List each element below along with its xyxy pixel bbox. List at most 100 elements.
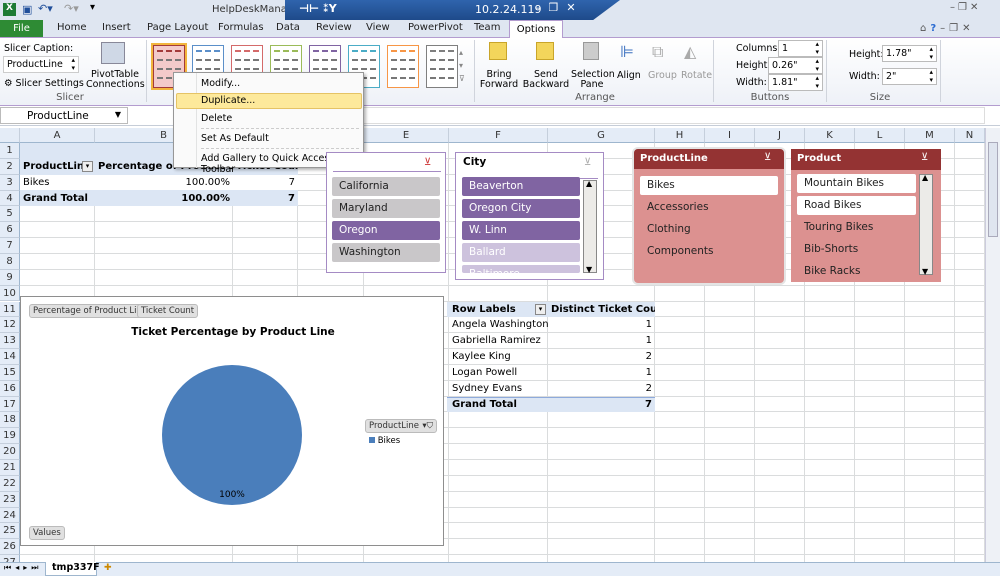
slicer-city-scrollbar[interactable]: ▲ ▼ bbox=[583, 179, 597, 274]
pivot1-row-label[interactable]: Bikes bbox=[20, 174, 95, 190]
column-header-H[interactable]: H bbox=[655, 128, 705, 143]
slicer-item-clothing[interactable]: Clothing bbox=[640, 220, 778, 239]
slicer-item-accessories[interactable]: Accessories bbox=[640, 198, 778, 217]
column-header-G[interactable]: G bbox=[548, 128, 655, 143]
row-header-21[interactable]: 21 bbox=[0, 460, 20, 476]
values-button[interactable]: Values bbox=[29, 526, 65, 540]
send-backward-button[interactable]: Send Backward bbox=[522, 70, 570, 90]
row-header-12[interactable]: 12 bbox=[0, 317, 20, 334]
menu-item-duplicate[interactable]: Duplicate... bbox=[201, 95, 255, 106]
tab-view[interactable]: View bbox=[366, 22, 390, 33]
row-header-22[interactable]: 22 bbox=[0, 475, 20, 492]
tab-file[interactable]: File bbox=[0, 20, 43, 37]
slicer-item-road-bikes[interactable]: Road Bikes bbox=[797, 196, 916, 215]
pivot1-total-label[interactable]: Grand Total bbox=[20, 191, 95, 206]
row-header-13[interactable]: 13 bbox=[0, 333, 20, 350]
clear-filter-icon[interactable]: ⊻ bbox=[424, 157, 431, 168]
tab-page-layout[interactable]: Page Layout bbox=[147, 22, 208, 33]
row-header-19[interactable]: 19 bbox=[0, 428, 20, 445]
column-header-L[interactable]: L bbox=[855, 128, 905, 143]
pivot2-row-count[interactable]: 2 bbox=[548, 381, 655, 396]
slicer-style-7[interactable] bbox=[387, 45, 419, 88]
slicer-item-bikes[interactable]: Bikes bbox=[640, 176, 778, 195]
tab-powerpivot[interactable]: PowerPivot bbox=[408, 22, 463, 33]
column-header-M[interactable]: M bbox=[905, 128, 955, 143]
slicer-item-bib-shorts[interactable]: Bib-Shorts bbox=[797, 240, 916, 259]
align-button[interactable]: Align bbox=[617, 70, 641, 81]
tab-data[interactable]: Data bbox=[276, 22, 300, 33]
pivot2-row-name[interactable]: Logan Powell bbox=[449, 365, 548, 380]
row-header-3[interactable]: 3 bbox=[0, 174, 20, 191]
row-header-25[interactable]: 25 bbox=[0, 523, 20, 540]
size-height-spinner[interactable]: 1.78" bbox=[882, 45, 937, 62]
column-header-A[interactable]: A bbox=[20, 128, 95, 143]
pivot2-row-name[interactable]: Angela Washington bbox=[449, 317, 548, 332]
pivot2-total-count[interactable]: 7 bbox=[548, 397, 655, 412]
column-header-J[interactable]: J bbox=[755, 128, 805, 143]
tab-options[interactable]: Options bbox=[509, 20, 563, 39]
tab-review[interactable]: Review bbox=[316, 22, 352, 33]
slicer-item-oregon-city[interactable]: Oregon City bbox=[462, 199, 580, 218]
size-width-spinner[interactable]: 2" bbox=[882, 68, 937, 85]
pivot2-row-name[interactable]: Gabriella Ramirez bbox=[449, 333, 548, 348]
pivot2-total-label[interactable]: Grand Total bbox=[449, 397, 548, 412]
clear-filter-icon[interactable]: ⊻ bbox=[584, 157, 591, 168]
row-header-17[interactable]: 17 bbox=[0, 396, 20, 413]
slicer-style-8[interactable] bbox=[426, 45, 458, 88]
pie-slice-bikes[interactable] bbox=[162, 365, 302, 505]
row-header-8[interactable]: 8 bbox=[0, 253, 20, 270]
legend-filter-productline[interactable]: ProductLine ▾⛉ bbox=[365, 419, 437, 433]
tab-team[interactable]: Team bbox=[474, 22, 500, 33]
row-header-2[interactable]: 2 bbox=[0, 158, 20, 175]
button-width-spinner[interactable]: 1.81" bbox=[768, 74, 823, 91]
slicer-item-components[interactable]: Components bbox=[640, 242, 778, 261]
remote-window-controls[interactable]: –❐✕ bbox=[535, 1, 584, 14]
pivot2-row-count[interactable]: 1 bbox=[548, 333, 655, 348]
undo-icon[interactable]: ↶▾ bbox=[38, 2, 53, 15]
pivot1-total-count[interactable]: 7 bbox=[233, 191, 298, 206]
slicer-item-beaverton[interactable]: Beaverton bbox=[462, 177, 580, 196]
row-header-6[interactable]: 6 bbox=[0, 222, 20, 239]
pivot2-row-name[interactable]: Kaylee King bbox=[449, 349, 548, 364]
pivot2-row-count[interactable]: 1 bbox=[548, 317, 655, 332]
pivot2-row-count[interactable]: 1 bbox=[548, 365, 655, 380]
sheet-tab-tmp337F[interactable]: tmp337F bbox=[45, 562, 100, 576]
pivot2-header-distinct-count[interactable]: Distinct Ticket Count bbox=[548, 302, 655, 317]
tab-home[interactable]: Home bbox=[57, 22, 87, 33]
rotate-button[interactable]: Rotate bbox=[681, 70, 712, 81]
group-button[interactable]: Group bbox=[648, 70, 677, 81]
row-header-16[interactable]: 16 bbox=[0, 380, 20, 397]
column-header-I[interactable]: I bbox=[705, 128, 755, 143]
pivottable-connections-button[interactable]: PivotTable Connections bbox=[86, 70, 145, 90]
vertical-scrollbar[interactable] bbox=[985, 128, 1000, 568]
sheet-nav-buttons[interactable]: ⏮◂▸⏭ bbox=[4, 563, 42, 573]
selection-pane-button[interactable]: Selection Pane bbox=[571, 70, 615, 90]
row-header-1[interactable]: 1 bbox=[0, 143, 20, 159]
slicer-caption-input[interactable]: ProductLine bbox=[3, 56, 79, 73]
slicer-item-oregon[interactable]: Oregon bbox=[332, 221, 440, 240]
slicer-product[interactable]: Product ⊻ Mountain Bikes Road Bikes Tourin… bbox=[791, 149, 941, 282]
row-header-23[interactable]: 23 bbox=[0, 491, 20, 508]
bring-forward-button[interactable]: Bring Forward bbox=[478, 70, 520, 90]
row-header-14[interactable]: 14 bbox=[0, 349, 20, 365]
pin-icon[interactable]: ⊣⊢ ⁑Y bbox=[299, 2, 337, 15]
clear-filter-icon[interactable]: ⊻ bbox=[921, 152, 928, 163]
slicer-item-touring-bikes[interactable]: Touring Bikes bbox=[797, 218, 916, 237]
pivot-chart[interactable]: Percentage of Product Line Ticket Count … bbox=[20, 296, 444, 546]
gallery-scroll[interactable]: ▴ ▾ ⊽ bbox=[459, 46, 465, 85]
button-height-spinner[interactable]: 0.26" bbox=[768, 57, 823, 74]
column-header-N[interactable]: N bbox=[955, 128, 985, 143]
row-header-18[interactable]: 18 bbox=[0, 412, 20, 429]
slicer-item-washington[interactable]: Washington bbox=[332, 243, 440, 262]
slicer-product-scrollbar[interactable]: ▲ ▼ bbox=[919, 173, 933, 276]
row-header-11[interactable]: 11 bbox=[0, 301, 20, 318]
row-header-10[interactable]: 10 bbox=[0, 285, 20, 302]
column-header-F[interactable]: F bbox=[449, 128, 548, 143]
columns-spinner[interactable]: 1 bbox=[778, 40, 823, 57]
save-icon[interactable]: ▣ bbox=[22, 3, 32, 16]
row-header-9[interactable]: 9 bbox=[0, 269, 20, 286]
redo-icon[interactable]: ↷▾ bbox=[64, 2, 79, 15]
window-controls[interactable]: –❐✕ bbox=[950, 2, 981, 13]
menu-item-delete[interactable]: Delete bbox=[201, 113, 232, 124]
customize-qat-icon[interactable]: ▾ bbox=[90, 2, 95, 13]
